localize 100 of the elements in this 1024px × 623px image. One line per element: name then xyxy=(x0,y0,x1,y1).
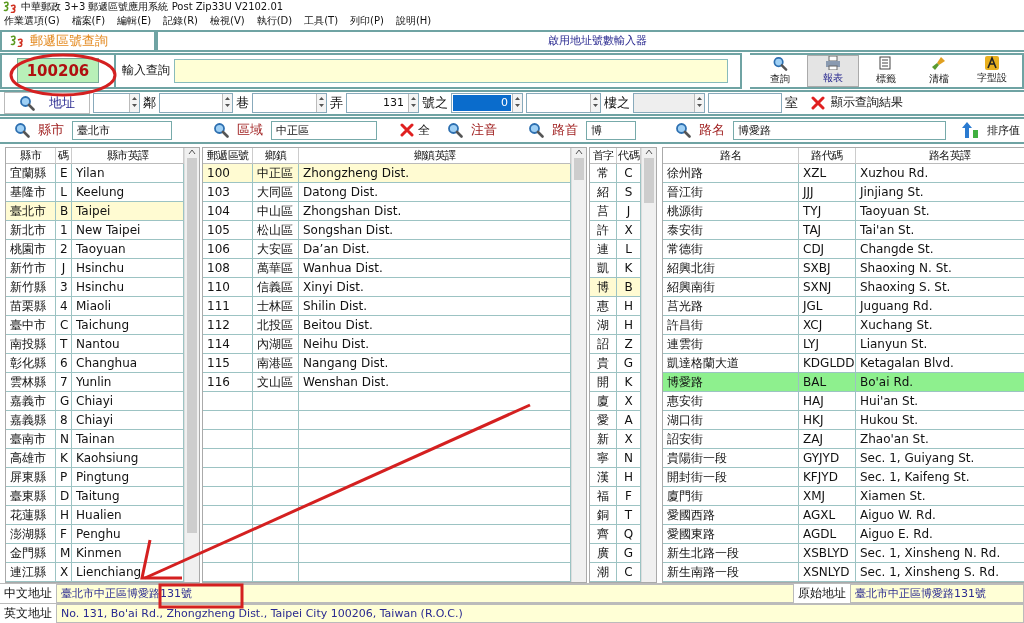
scrollbar-thumb[interactable] xyxy=(644,158,654,203)
table-cell: 8 xyxy=(56,411,72,430)
address-input-toggle[interactable]: 啟用地址號數輸入器 xyxy=(548,33,647,49)
number-field[interactable]: 0 xyxy=(451,93,523,113)
table-cell: Shaoxing N. St. xyxy=(856,259,1024,278)
toolbar-button[interactable]: 報表 xyxy=(807,55,859,87)
scrollbar[interactable] xyxy=(641,148,656,582)
table-cell: Nangang Dist. xyxy=(299,354,571,373)
table-cell: 大同區 xyxy=(253,183,299,202)
filter-button[interactable]: 注音 xyxy=(471,121,497,140)
table-cell: 中正區 xyxy=(253,164,299,183)
table-cell: KDGLDD xyxy=(799,354,856,373)
table-cell: 廈 xyxy=(590,392,617,411)
table-cell: 北投區 xyxy=(253,316,299,335)
logo-icon xyxy=(10,34,24,47)
table-cell: Hsinchu xyxy=(72,259,184,278)
filter-field[interactable]: 博愛路 xyxy=(733,121,946,140)
empty-cell xyxy=(203,563,253,582)
toolbar-button[interactable]: 清檔 xyxy=(913,55,965,87)
table-cell: A xyxy=(617,411,641,430)
table-cell: 高雄市 xyxy=(6,449,56,468)
address-field[interactable]: 臺北市中正區博愛路131號 xyxy=(850,584,1024,603)
table-cell: 基隆市 xyxy=(6,183,56,202)
menu-item[interactable]: 工具(T) xyxy=(304,14,339,29)
field-label: 室 xyxy=(785,94,798,112)
clear-all-button[interactable]: 全 xyxy=(400,122,430,139)
number-field[interactable] xyxy=(93,93,140,113)
table-cell: Sec. 1, Guiyang St. xyxy=(856,449,1024,468)
table-cell: 常德街 xyxy=(663,240,799,259)
toolbar-button[interactable]: 標籤 xyxy=(860,55,912,87)
table-cell: SXBJ xyxy=(799,259,856,278)
menu-item[interactable]: 列印(P) xyxy=(350,14,384,29)
spinner-icon[interactable] xyxy=(590,94,600,112)
scrollbar-thumb[interactable] xyxy=(574,158,584,180)
table-cell: 徐州路 xyxy=(663,164,799,183)
spinner-icon[interactable] xyxy=(316,94,326,112)
empty-cell xyxy=(253,506,299,525)
menu-item[interactable]: 說明(H) xyxy=(395,14,432,29)
table-cell: 貴 xyxy=(590,354,617,373)
search-icon xyxy=(447,122,463,139)
table-cell: H xyxy=(617,468,641,487)
menu-item[interactable]: 檔案(F) xyxy=(71,14,106,29)
table-cell: G xyxy=(56,392,72,411)
table-cell: 詔安街 xyxy=(663,430,799,449)
table-cell: M xyxy=(56,544,72,563)
address-field[interactable]: 臺北市中正區博愛路131號 xyxy=(56,584,794,603)
number-field[interactable]: 131 xyxy=(346,93,419,113)
spinner-icon[interactable] xyxy=(129,94,139,112)
spinner-icon[interactable] xyxy=(408,94,418,112)
menu-item[interactable]: 執行(D) xyxy=(256,14,293,29)
empty-cell xyxy=(253,544,299,563)
number-field[interactable] xyxy=(159,93,233,113)
scroll-up-icon[interactable] xyxy=(575,148,583,156)
table-cell: 新竹縣 xyxy=(6,278,56,297)
menu-item[interactable]: 作業選項(G) xyxy=(4,14,60,29)
address-search-button[interactable]: 地址 xyxy=(4,92,90,114)
close-icon xyxy=(400,123,414,138)
spinner-icon[interactable] xyxy=(512,94,522,112)
empty-cell xyxy=(253,487,299,506)
table-cell: 凱達格蘭大道 xyxy=(663,354,799,373)
query-input[interactable] xyxy=(174,59,728,83)
table-cell: H xyxy=(617,297,641,316)
table-cell: 彰化縣 xyxy=(6,354,56,373)
table-cell: 紹興南街 xyxy=(663,278,799,297)
filter-field[interactable]: 博 xyxy=(586,121,636,140)
table-cell: SXNJ xyxy=(799,278,856,297)
table-cell: 新北市 xyxy=(6,221,56,240)
table-cell: 湖口街 xyxy=(663,411,799,430)
table-cell: 嘉義市 xyxy=(6,392,56,411)
filter-field[interactable]: 臺北市 xyxy=(72,121,172,140)
number-field[interactable] xyxy=(708,93,782,113)
number-field[interactable] xyxy=(526,93,601,113)
table-cell: Taoyuan xyxy=(72,240,184,259)
menu-item[interactable]: 記錄(R) xyxy=(163,14,198,29)
table-cell: KFJYD xyxy=(799,468,856,487)
table-cell: LYJ xyxy=(799,335,856,354)
query-label: 輸入查詢 xyxy=(122,62,170,80)
table-cell: 凱 xyxy=(590,259,617,278)
table-cell: 1 xyxy=(56,221,72,240)
toolbar-button[interactable]: 字型設 xyxy=(966,55,1018,87)
table-cell: C xyxy=(617,164,641,183)
spinner-icon[interactable] xyxy=(222,94,232,112)
number-field[interactable] xyxy=(252,93,327,113)
printer-icon xyxy=(825,56,841,71)
scroll-up-icon[interactable] xyxy=(188,148,196,156)
show-results-toggle[interactable]: 顯示查詢結果 xyxy=(811,94,903,112)
address-field[interactable]: No. 131, Bo'ai Rd., Zhongzheng Dist., Taipei City 100206, Taiwan (R.O.C.) xyxy=(56,604,1024,623)
table-cell: Bo'ai Rd. xyxy=(856,373,1024,392)
scroll-up-icon[interactable] xyxy=(645,148,653,156)
table-cell: Taichung xyxy=(72,316,184,335)
menu-item[interactable]: 檢視(V) xyxy=(210,14,245,29)
table-cell: Penghu xyxy=(72,525,184,544)
document-stack-icon xyxy=(879,56,893,71)
menu-item[interactable]: 編輯(E) xyxy=(117,14,152,29)
scrollbar[interactable] xyxy=(184,148,199,582)
toolbar-button[interactable]: 查詢 xyxy=(754,55,806,87)
filter-field[interactable]: 中正區 xyxy=(271,121,377,140)
scrollbar-thumb[interactable] xyxy=(187,158,197,533)
scrollbar[interactable] xyxy=(571,148,586,582)
table-cell: 廣 xyxy=(590,544,617,563)
